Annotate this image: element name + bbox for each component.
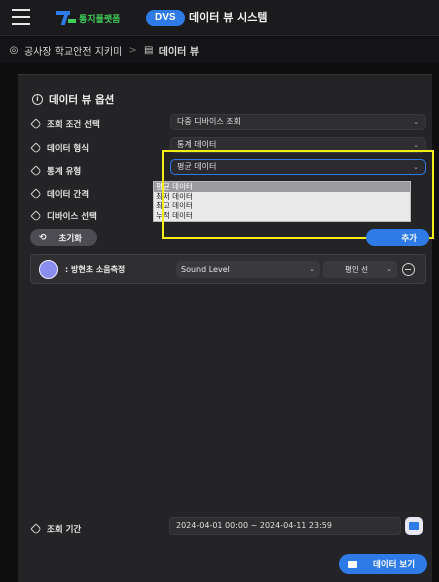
- label-device-select: 디바이스 선택: [30, 210, 97, 222]
- label-text: 디바이스 선택: [47, 212, 97, 222]
- label-period: 조회 기간: [30, 523, 82, 535]
- tag-icon: [30, 142, 42, 154]
- add-label: 추가: [401, 233, 417, 244]
- logo-text: 통지플랫폼: [79, 14, 121, 25]
- device-name-text: 방현초 소음측정: [70, 265, 126, 274]
- chart-icon: ▤: [144, 44, 154, 56]
- panel-title: i 데이터 뷰 옵션: [32, 92, 114, 107]
- chart-icon: [348, 560, 357, 568]
- tag-icon: [30, 523, 42, 535]
- menu-icon[interactable]: [12, 9, 30, 25]
- tag-icon: [30, 188, 42, 200]
- label-text: 데이터 형식: [47, 144, 90, 154]
- select-value: 평인 선: [345, 265, 369, 274]
- site-icon: ◎: [9, 44, 19, 56]
- dvs-badge: DVS: [146, 10, 185, 26]
- reset-label: 초기화: [58, 233, 83, 244]
- info-icon: i: [32, 94, 43, 105]
- period-input[interactable]: 2024-04-01 00:00 ~ 2024-04-11 23:59: [169, 517, 401, 535]
- breadcrumb-parent[interactable]: 공사장 학교안전 지키미: [24, 43, 122, 58]
- chevron-down-icon: ⌄: [309, 265, 315, 273]
- color-picker[interactable]: [39, 260, 58, 279]
- remove-icon[interactable]: [402, 263, 415, 276]
- label-text: 데이터 간격: [47, 190, 90, 200]
- reset-button[interactable]: ⟲ 초기화: [30, 229, 97, 246]
- tag-icon: [30, 165, 42, 177]
- calendar-icon[interactable]: [405, 517, 423, 535]
- top-bar: 통지플랫폼 DVS 데이터 뷰 시스템: [0, 0, 439, 36]
- label-query-condition: 조회 조건 선택: [30, 118, 100, 130]
- panel-title-text: 데이터 뷰 옵션: [49, 94, 115, 106]
- label-data-interval: 데이터 간격: [30, 188, 90, 200]
- label-text: 조회 조건 선택: [47, 120, 100, 130]
- select-value: Sound Level: [181, 265, 230, 274]
- reset-icon: ⟲: [39, 232, 47, 243]
- breadcrumb-separator: >: [128, 44, 137, 56]
- query-condition-select[interactable]: 다중 디바이스 조회 ⌄: [170, 114, 426, 130]
- chevron-down-icon: ⌄: [413, 118, 419, 126]
- chevron-down-icon: ⌄: [386, 265, 392, 273]
- label-text: 통계 유형: [47, 167, 82, 177]
- tag-icon: [30, 118, 42, 130]
- breadcrumb: ◎ 공사장 학교안전 지키미 > ▤ 데이터 뷰: [0, 37, 439, 63]
- logo-mark-icon: [56, 10, 76, 26]
- highlight-box: [162, 150, 434, 239]
- tag-icon: [30, 210, 42, 222]
- label-data-format: 데이터 형식: [30, 142, 90, 154]
- view-data-button[interactable]: 데이터 보기: [339, 554, 427, 574]
- device-card: : 방현초 소음측정 Sound Level ⌄ 평인 선 ⌄: [30, 254, 426, 284]
- line-type-select[interactable]: 평인 선 ⌄: [323, 261, 397, 278]
- sensor-select[interactable]: Sound Level ⌄: [176, 261, 320, 278]
- add-button[interactable]: 추가: [366, 229, 429, 246]
- brand-logo[interactable]: 통지플랫폼: [56, 9, 120, 27]
- select-value: 다중 디바이스 조회: [177, 117, 241, 126]
- select-value: 통계 데이터: [177, 140, 217, 149]
- app-title: 데이터 뷰 시스템: [189, 11, 268, 24]
- label-stat-type: 통계 유형: [30, 165, 82, 177]
- device-name: : 방현초 소음측정: [65, 265, 126, 274]
- view-data-label: 데이터 보기: [373, 560, 416, 570]
- label-text: 조회 기간: [47, 525, 82, 535]
- breadcrumb-current: 데이터 뷰: [158, 46, 200, 58]
